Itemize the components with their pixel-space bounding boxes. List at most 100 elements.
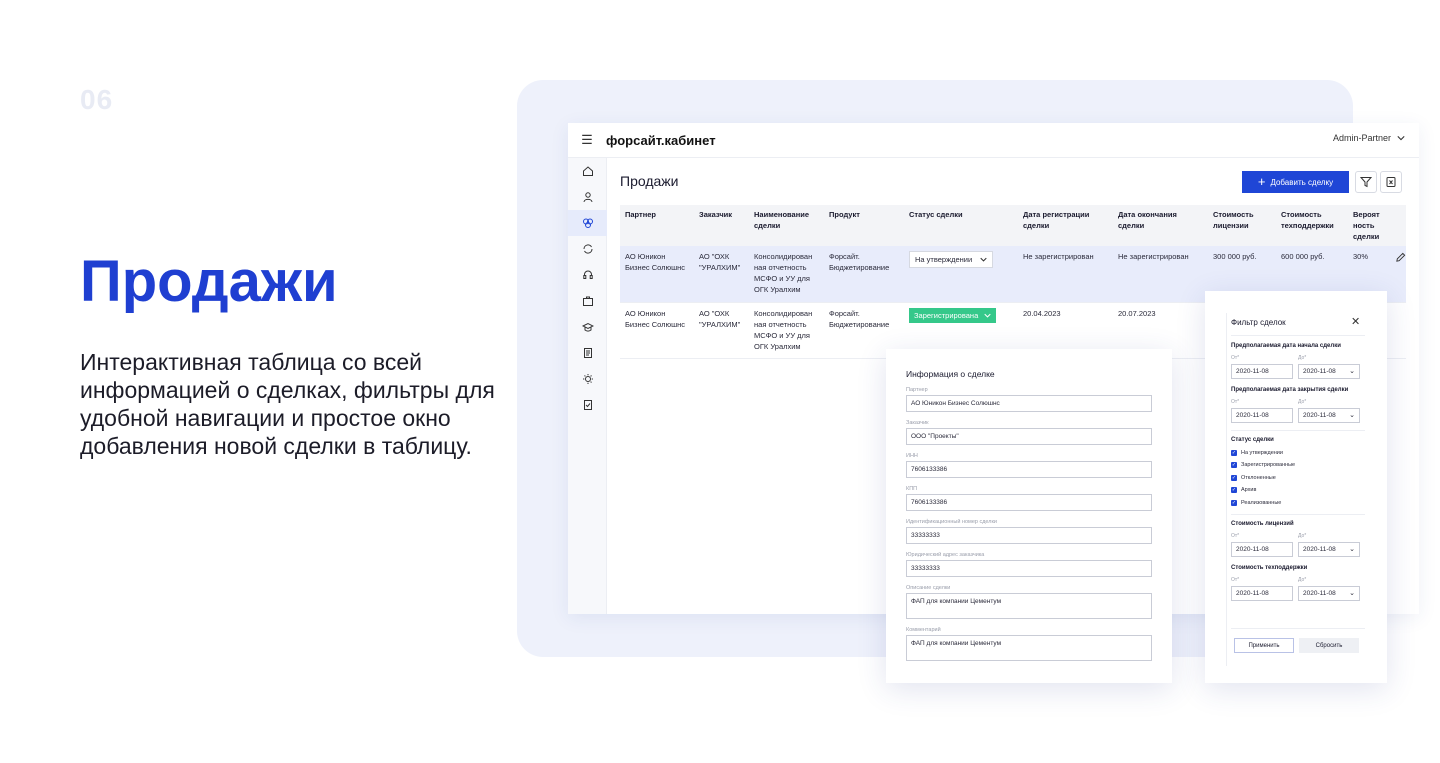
start-date-label: Предполагаемая дата начала сделки [1231,343,1341,349]
filter-panel: Фильтр сделок ✕ Предполагаемая дата нача… [1205,291,1387,683]
field-label: КПП [906,486,918,492]
status-checkbox[interactable]: ✓ Зарегистрированные [1231,462,1295,468]
support-to-input[interactable]: 2020-11-08 ⌄ [1298,586,1360,601]
license-cost-label: Стоимость лицензий [1231,521,1294,527]
column-header[interactable]: Стоимость техподдержки [1276,205,1348,246]
cell-deal-name: Консолидирован ная отчетность МСФО и УУ … [749,246,824,303]
top-bar: ☰ форсайт.кабинет Admin-Partner [568,123,1419,158]
plus-icon: + [1257,174,1266,189]
chevron-down-icon [984,313,991,318]
checkbox-icon: ✓ [1231,450,1237,456]
customer-field[interactable]: ООО "Проекты" [906,428,1152,445]
column-header[interactable]: Наименование сделки [749,205,824,246]
from-label: От* [1231,577,1240,583]
menu-icon[interactable]: ☰ [568,132,606,148]
deal-id-field[interactable]: 33333333 [906,527,1152,544]
support-from-input[interactable]: 2020-11-08 [1231,586,1293,601]
kpp-field[interactable]: 7606133386 [906,494,1152,511]
status-checkbox[interactable]: ✓ Отклоненные [1231,475,1276,481]
status-label: Статус сделки [1231,437,1274,443]
deal-info-title: Информация о сделке [906,369,995,379]
deals-icon[interactable] [568,210,607,236]
reset-button[interactable]: Сбросить [1299,638,1359,653]
from-label: От* [1231,399,1240,405]
deal-info-panel: Информация о сделке Партнер АО Юникон Би… [886,349,1172,683]
comment-field[interactable]: ФАП для компании Цементум [906,635,1152,661]
column-header[interactable]: Статус сделки [904,205,1018,246]
to-label: До* [1298,355,1307,361]
license-to-input[interactable]: 2020-11-08 ⌄ [1298,542,1360,557]
filter-button[interactable] [1355,171,1377,193]
sync-icon[interactable] [568,236,607,262]
start-from-input[interactable]: 2020-11-08 [1231,364,1293,379]
field-label: Комментарий [906,627,941,633]
column-header[interactable]: Продукт [824,205,904,246]
chevron-down-icon: ⌄ [1349,590,1355,597]
cell-reg-date: Не зарегистрирован [1018,246,1113,303]
inn-field[interactable]: 7606133386 [906,461,1152,478]
probability-value: 30% [1353,252,1369,261]
to-label: До* [1298,399,1307,405]
legal-address-field[interactable]: 33333333 [906,560,1152,577]
document-icon[interactable] [568,340,607,366]
filter-title: Фильтр сделок [1231,318,1286,327]
slide-number: 06 [80,84,114,115]
chevron-down-icon: ⌄ [1349,368,1355,375]
user-menu[interactable]: Admin-Partner [1333,133,1405,143]
checkbox-icon: ✓ [1231,500,1237,506]
cell-end-date: Не зарегистрирован [1113,246,1208,303]
field-label: Идентификационный номер сделки [906,519,997,525]
status-checkbox[interactable]: ✓ Архив [1231,487,1256,493]
status-value: На утверждении [915,255,973,264]
column-header[interactable]: Партнер [620,205,694,246]
close-icon[interactable]: ✕ [1351,315,1360,328]
start-to-input[interactable]: 2020-11-08 ⌄ [1298,364,1360,379]
excel-icon [1386,177,1396,187]
column-header[interactable]: Дата окончания сделки [1113,205,1208,246]
checkbox-icon: ✓ [1231,475,1237,481]
column-header[interactable]: Стоимость лицензии [1208,205,1276,246]
column-header[interactable]: Заказчик [694,205,749,246]
field-label: Заказчик [906,420,929,426]
column-header[interactable]: Дата регистрации сделки [1018,205,1113,246]
column-header[interactable]: Вероят ность сделки [1348,205,1406,246]
field-label: Описание сделки [906,585,951,591]
partner-field[interactable]: АО Юникон Бизнес Солюшнс [906,395,1152,412]
home-icon[interactable] [568,158,607,184]
field-label: Партнер [906,387,928,393]
from-label: От* [1231,355,1240,361]
apply-button[interactable]: Применить [1234,638,1294,653]
field-label: Юридический адрес заказчика [906,552,985,558]
support-icon[interactable] [568,262,607,288]
user-icon[interactable] [568,184,607,210]
report-icon[interactable] [568,392,607,418]
brand-logo: форсайт.кабинет [606,132,716,148]
end-from-input[interactable]: 2020-11-08 [1231,408,1293,423]
from-label: От* [1231,533,1240,539]
cell-deal-name: Консолидирован ная отчетность МСФО и УУ … [749,302,824,359]
status-dropdown[interactable]: Зарегистрирована [909,307,997,323]
slide-description: Интерактивная таблица со всей информацие… [80,349,495,459]
end-to-input[interactable]: 2020-11-08 ⌄ [1298,408,1360,423]
edit-icon[interactable] [1395,252,1406,263]
add-deal-button[interactable]: + Добавить сделку [1242,171,1349,193]
user-name: Admin-Partner [1332,133,1391,143]
education-icon[interactable] [568,314,607,340]
cell-product: Форсайт. Бюджетирование [824,246,904,303]
description-field[interactable]: ФАП для компании Цементум [906,593,1152,619]
status-dropdown[interactable]: На утверждении [909,251,994,268]
sidebar [568,158,607,614]
idea-icon[interactable] [568,366,607,392]
cell-partner: АО Юникон Бизнес Солюшнс [620,246,694,303]
export-button[interactable] [1380,171,1402,193]
status-checkbox[interactable]: ✓ Реализованные [1231,500,1281,506]
checkbox-icon: ✓ [1231,462,1237,468]
cell-customer: АО "ОХК "УРАЛХИМ" [694,302,749,359]
status-checkbox[interactable]: ✓ На утверждении [1231,450,1283,456]
chevron-down-icon [980,257,987,262]
briefcase-icon[interactable] [568,288,607,314]
chevron-down-icon: ⌄ [1349,546,1355,553]
to-label: До* [1298,533,1307,539]
license-from-input[interactable]: 2020-11-08 [1231,542,1293,557]
to-label: До* [1298,577,1307,583]
